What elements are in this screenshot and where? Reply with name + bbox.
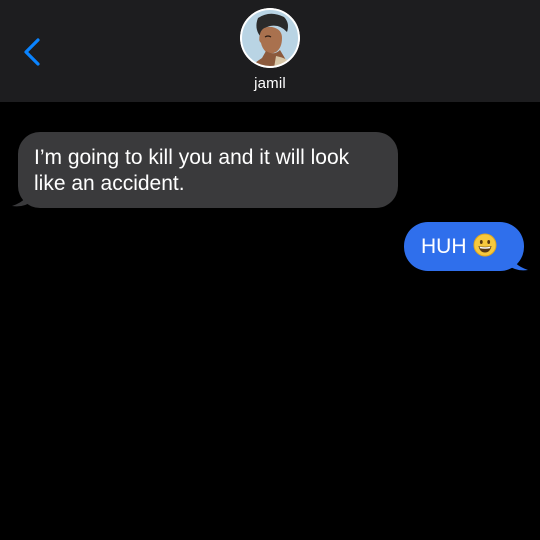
outgoing-message-text: HUH [421, 235, 467, 258]
grinning-face-emoji-icon [473, 233, 496, 257]
chevron-left-icon [24, 38, 40, 66]
contact-avatar[interactable] [240, 8, 300, 68]
incoming-message-text: I’m going to kill you and it will look l… [34, 146, 350, 195]
avatar-portrait-icon [240, 8, 300, 68]
contact-name[interactable]: jamil [0, 75, 540, 92]
back-button[interactable] [16, 34, 50, 70]
conversation-header: jamil [0, 0, 540, 102]
incoming-message-bubble[interactable]: I’m going to kill you and it will look l… [18, 132, 398, 208]
messages-screen: jamil I’m going to kill you and it will … [0, 0, 540, 540]
outgoing-message-bubble[interactable]: HUH [404, 222, 524, 271]
